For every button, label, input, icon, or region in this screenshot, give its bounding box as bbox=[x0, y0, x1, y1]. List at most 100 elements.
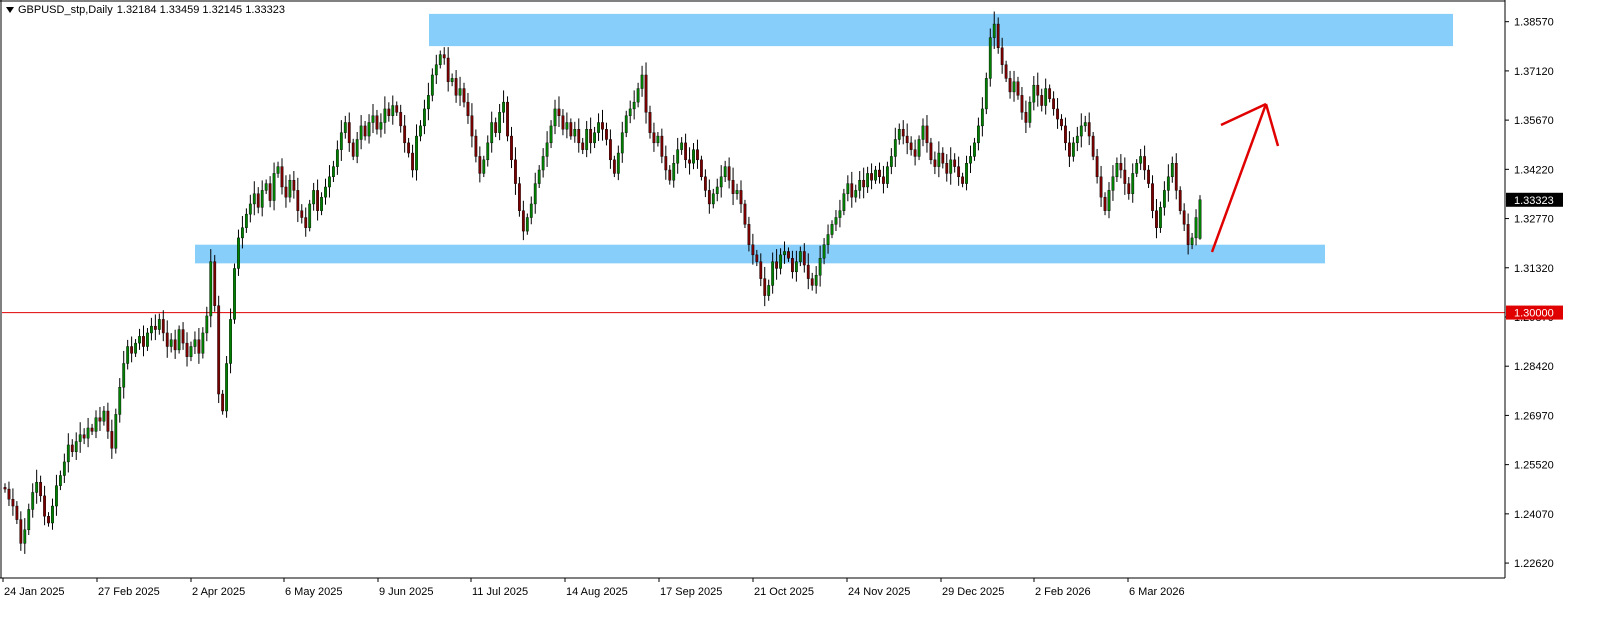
candle-body bbox=[177, 329, 181, 351]
candle-body bbox=[715, 186, 719, 194]
candle-body bbox=[1190, 237, 1194, 245]
candle bbox=[213, 255, 217, 312]
candle-body bbox=[874, 169, 877, 181]
candle-body bbox=[992, 23, 996, 38]
candle-body bbox=[244, 213, 248, 228]
candle-body bbox=[612, 159, 616, 174]
candle-body bbox=[359, 125, 363, 140]
collapse-triangle-icon[interactable] bbox=[6, 7, 14, 13]
candle-body bbox=[1099, 176, 1103, 198]
candle-body bbox=[644, 74, 648, 113]
chart-window[interactable]: 1.38570 1.37120 1.35670 1.34220 1.32770 1.313… bbox=[0, 0, 1604, 617]
candle-body bbox=[822, 244, 826, 259]
candle-body bbox=[1000, 47, 1004, 65]
candle bbox=[177, 325, 181, 354]
candle-body bbox=[43, 495, 46, 517]
candle-body bbox=[1174, 163, 1178, 191]
candle-body bbox=[328, 176, 331, 188]
candle-body bbox=[510, 135, 513, 161]
candle-body bbox=[19, 519, 23, 544]
candle-body bbox=[1115, 163, 1119, 178]
candle-body bbox=[391, 105, 395, 116]
candle-body bbox=[925, 125, 929, 144]
candle-body bbox=[502, 101, 505, 113]
price-chart[interactable]: 1.38570 1.37120 1.35670 1.34220 1.32770 1.313… bbox=[0, 0, 1604, 617]
candle-body bbox=[1087, 122, 1091, 137]
candle-body bbox=[3, 487, 7, 490]
time-tick-label: 2 Apr 2025 bbox=[192, 586, 245, 598]
candle-body bbox=[988, 37, 992, 79]
candle-body bbox=[367, 122, 371, 137]
candle-body bbox=[419, 125, 422, 137]
candle-body bbox=[134, 342, 137, 354]
candle-body bbox=[478, 156, 482, 174]
candle-body bbox=[399, 112, 403, 127]
candle-body bbox=[1052, 98, 1055, 110]
candle-body bbox=[886, 166, 889, 184]
candle-body bbox=[957, 166, 961, 178]
candle bbox=[217, 295, 221, 404]
time-tick-label: 9 Jun 2025 bbox=[379, 586, 433, 598]
candle-body bbox=[660, 135, 664, 157]
candle-body bbox=[668, 169, 672, 181]
candle-body bbox=[423, 108, 426, 127]
candle-body bbox=[652, 132, 656, 144]
candle-body bbox=[395, 105, 399, 113]
candle-body bbox=[102, 410, 106, 422]
candle-body bbox=[308, 203, 312, 228]
candle-body bbox=[225, 363, 228, 412]
candle-body bbox=[78, 434, 82, 442]
candle-body bbox=[280, 166, 284, 188]
candle-body bbox=[945, 163, 949, 174]
candle-body bbox=[272, 173, 276, 201]
candle-body bbox=[814, 275, 818, 286]
resistance-zone[interactable] bbox=[429, 13, 1453, 47]
candle-body bbox=[747, 224, 751, 245]
candle-body bbox=[7, 488, 11, 500]
candle-body bbox=[434, 64, 438, 76]
candle-body bbox=[569, 122, 573, 137]
candle-body bbox=[94, 417, 98, 432]
candle-body bbox=[703, 176, 707, 191]
candle-body bbox=[794, 261, 798, 273]
candle-body bbox=[557, 108, 561, 116]
candle-body bbox=[593, 132, 596, 144]
candle-body bbox=[680, 142, 684, 150]
candle-body bbox=[1170, 163, 1174, 178]
candle-body bbox=[518, 183, 521, 211]
candle-body bbox=[529, 203, 533, 218]
candle-body bbox=[470, 115, 474, 137]
candle-body bbox=[933, 159, 937, 167]
candle-body bbox=[763, 278, 767, 296]
candle-body bbox=[130, 346, 134, 354]
candle-body bbox=[759, 261, 763, 279]
candle-body bbox=[640, 74, 644, 89]
candle-body bbox=[1004, 64, 1008, 79]
candle-body bbox=[648, 112, 652, 133]
candle-body bbox=[1075, 135, 1079, 144]
support-zone[interactable] bbox=[195, 244, 1325, 264]
candle-body bbox=[169, 339, 173, 347]
candle-body bbox=[597, 122, 600, 133]
candle-body bbox=[1135, 163, 1139, 174]
candle-body bbox=[834, 217, 838, 225]
candle-body bbox=[616, 152, 620, 174]
candle-body bbox=[146, 332, 149, 347]
candle-body bbox=[533, 183, 537, 205]
time-tick-label: 6 May 2025 bbox=[285, 586, 342, 598]
time-tick-label: 6 Mar 2026 bbox=[1129, 586, 1185, 598]
candle-body bbox=[996, 23, 1000, 49]
candle-body bbox=[462, 88, 466, 103]
candle-body bbox=[953, 159, 957, 167]
candle-body bbox=[802, 251, 806, 266]
candle-body bbox=[1024, 112, 1028, 123]
candle-body bbox=[248, 203, 252, 215]
candle-body bbox=[237, 237, 240, 269]
candle-body bbox=[743, 203, 747, 225]
candle-body bbox=[1166, 176, 1170, 191]
candle-body bbox=[403, 125, 407, 144]
candle-body bbox=[486, 142, 490, 161]
candle-body bbox=[379, 122, 383, 130]
candle-body bbox=[252, 193, 256, 205]
candle-body bbox=[1139, 156, 1143, 164]
